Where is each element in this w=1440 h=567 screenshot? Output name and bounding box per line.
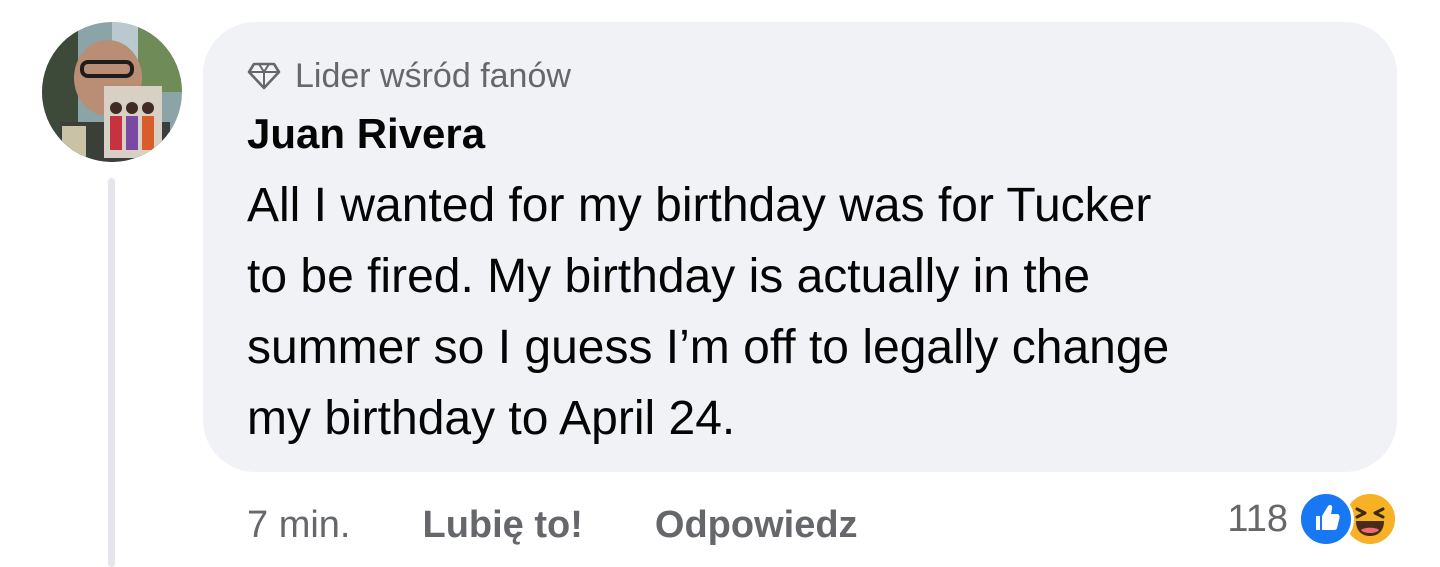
author-name[interactable]: Juan Rivera: [247, 106, 485, 162]
like-icon: [1298, 491, 1354, 547]
comment-line: my birthday to April 24.: [247, 392, 736, 445]
reactions-summary[interactable]: 118: [1227, 490, 1398, 548]
comment-line: All I wanted for my birthday was for Tuc…: [247, 179, 1152, 232]
timestamp[interactable]: 7 min.: [247, 504, 350, 547]
badge-label: Lider wśród fanów: [295, 56, 571, 95]
comment-container: Lider wśród fanów Juan Rivera All I want…: [0, 0, 1440, 567]
comment-line: to be fired. My birthday is actually in …: [247, 250, 1091, 303]
thread-line: [108, 178, 115, 567]
comment-text: All I wanted for my birthday was for Tuc…: [247, 170, 1367, 454]
diamond-icon: [247, 62, 281, 90]
like-button[interactable]: Lubię to!: [422, 504, 582, 547]
avatar[interactable]: [42, 22, 182, 162]
avatar-photo: [42, 22, 182, 162]
reaction-count: 118: [1227, 497, 1288, 540]
comment-actions: 7 min. Lubię to! Odpowiedz: [247, 500, 930, 550]
fan-badge[interactable]: Lider wśród fanów: [247, 54, 571, 98]
reply-button[interactable]: Odpowiedz: [655, 504, 858, 547]
comment-line: summer so I guess I’m off to legally cha…: [247, 321, 1170, 374]
